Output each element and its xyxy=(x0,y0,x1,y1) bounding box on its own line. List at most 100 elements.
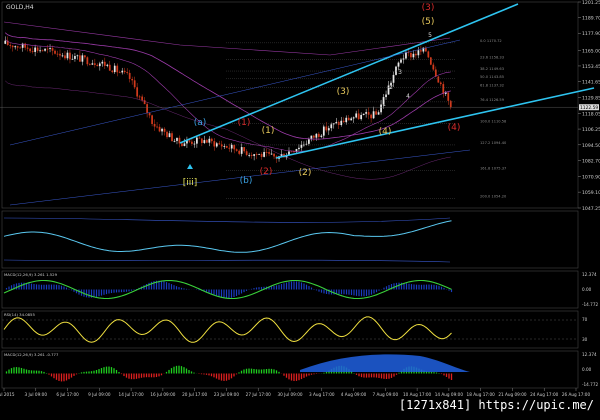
time-tick-label: 3 Aug 17:00 xyxy=(309,392,335,397)
candle-body xyxy=(298,147,300,150)
candle-body xyxy=(203,140,206,143)
candle-body xyxy=(128,72,131,79)
candle-body xyxy=(243,147,246,152)
time-tick-label: 18 Aug 17:00 xyxy=(467,392,496,397)
candle-body xyxy=(308,139,310,144)
candle-body xyxy=(337,122,340,125)
time-tick-label: 3 Jul 09:00 xyxy=(25,392,48,397)
panel-tick: 12.374 xyxy=(582,272,597,277)
candle-body xyxy=(370,114,372,119)
candle-body xyxy=(327,128,330,131)
wave-label: (2) xyxy=(260,167,273,177)
candle-body xyxy=(191,141,193,144)
candle-body xyxy=(108,64,111,71)
candle-body xyxy=(146,104,148,113)
candle-body xyxy=(230,144,233,149)
chart-title: GOLD,H4 xyxy=(6,4,34,11)
candle-body xyxy=(375,111,377,115)
candle-body xyxy=(225,145,228,148)
candle-body xyxy=(315,133,318,138)
fib-level-label: 100.0 1110.58 xyxy=(480,119,507,123)
candle-body xyxy=(352,117,355,119)
price-tick-label: 1094.50 xyxy=(582,143,600,149)
candle-body xyxy=(270,153,273,155)
wave-label: (1) xyxy=(262,126,275,136)
candle-body xyxy=(258,153,260,155)
candle-body xyxy=(69,52,71,60)
candle-body xyxy=(31,51,34,52)
fib-level-label: 127.2 1094.40 xyxy=(480,141,507,145)
panel-label: MACD(12,26,9) 3.261 1.529 xyxy=(4,272,58,277)
candle-body xyxy=(106,64,109,66)
candle-body xyxy=(417,50,420,56)
candle-body xyxy=(79,55,81,62)
candle-body xyxy=(293,151,295,153)
candle-body xyxy=(223,145,226,147)
candle-body xyxy=(447,92,450,101)
wave-label: (3) xyxy=(337,87,350,97)
candle-body xyxy=(11,45,14,48)
candle-body xyxy=(188,140,191,142)
fib-level-label: 61.8 1137.32 xyxy=(480,84,504,88)
wave-label: (a) xyxy=(194,118,207,128)
candle-body xyxy=(111,70,114,73)
panel-tick: -14.772 xyxy=(582,382,598,387)
candle-body xyxy=(19,47,22,49)
candle-body xyxy=(255,154,258,155)
candle-body xyxy=(340,120,343,125)
time-tick-label: 16 Jul 09:00 xyxy=(150,392,175,397)
time-tick-label: 30 Jul 09:00 xyxy=(277,392,302,397)
candle-body xyxy=(405,52,407,59)
candle-body xyxy=(183,143,186,146)
candle-body xyxy=(51,48,54,51)
candle-body xyxy=(253,154,256,156)
candle-body xyxy=(136,87,139,97)
wave-label: (5) xyxy=(422,17,435,27)
candle-body xyxy=(397,62,400,67)
wave-label: 3 xyxy=(398,69,402,76)
candle-body xyxy=(245,151,248,156)
candle-body xyxy=(148,112,151,116)
candle-body xyxy=(439,82,442,85)
candle-body xyxy=(250,154,253,156)
candle-body xyxy=(29,48,32,52)
candle-body xyxy=(365,112,368,114)
candle-body xyxy=(56,53,59,55)
chart-svg: 1201.25 1189.70 1177.90 1165.00 1153.45 1141.… xyxy=(0,0,600,416)
time-tick-label: 6 Jul 17:00 xyxy=(56,392,79,397)
candle-body xyxy=(4,40,7,44)
candle-body xyxy=(360,114,363,120)
panel-tick: 30 xyxy=(582,337,588,342)
wave-label: (4) xyxy=(448,123,461,133)
time-tick-label: 1 Jul 2015 xyxy=(0,392,15,397)
candle-body xyxy=(215,143,218,147)
panel-tick: 0.00 xyxy=(582,367,592,372)
time-tick-label: 10 Aug 17:00 xyxy=(403,392,432,397)
fib-level-label: 200.0 1054.20 xyxy=(480,195,507,199)
candle-body xyxy=(210,138,213,142)
candle-body xyxy=(238,150,241,154)
candle-body xyxy=(16,46,19,48)
candle-body xyxy=(171,133,173,141)
price-tick-label: 1059.10 xyxy=(582,190,600,196)
time-tick-label: 21 Aug 09:00 xyxy=(498,392,527,397)
candle-body xyxy=(156,126,158,128)
candle-body xyxy=(362,113,365,115)
candle-body xyxy=(290,151,293,153)
candle-body xyxy=(59,53,61,56)
fib-level-label: 161.8 1075.37 xyxy=(480,166,506,170)
time-tick-label: 20 Jul 17:00 xyxy=(182,392,207,397)
wave-label: 4 xyxy=(406,93,410,100)
candle-body xyxy=(133,80,136,88)
wave-label: 5 xyxy=(428,32,432,39)
candle-body xyxy=(71,58,74,60)
candle-body xyxy=(96,64,99,67)
panel-label: MACD(12,26,9) 3.261 -0.777 xyxy=(4,352,59,357)
candle-body xyxy=(168,133,171,138)
time-tick-label: 4 Aug 09:00 xyxy=(341,392,367,397)
candle-body xyxy=(14,46,17,48)
time-tick-label: 14 Jul 17:00 xyxy=(119,392,144,397)
wave-label: (2) xyxy=(299,168,312,178)
candle-body xyxy=(158,126,161,132)
candle-body xyxy=(116,65,119,73)
